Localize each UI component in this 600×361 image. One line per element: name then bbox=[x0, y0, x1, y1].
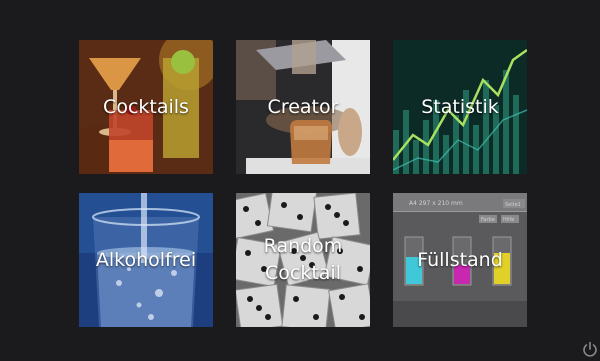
tile-label: Statistik bbox=[421, 95, 499, 118]
tile-label: Füllstand bbox=[417, 248, 503, 271]
tile-random-cocktail[interactable]: Random Cocktail bbox=[236, 193, 370, 327]
tile-cocktails[interactable]: Cocktails bbox=[79, 40, 213, 174]
tile-label: Random Cocktail bbox=[263, 235, 343, 284]
tile-creator[interactable]: Creator bbox=[236, 40, 370, 174]
tile-statistik[interactable]: Statistik bbox=[393, 40, 527, 174]
tile-alkoholfrei[interactable]: Alkoholfrei bbox=[79, 193, 213, 327]
power-button[interactable] bbox=[582, 341, 598, 357]
tile-label: Alkoholfrei bbox=[95, 248, 197, 271]
power-icon bbox=[583, 341, 597, 357]
tile-label: Cocktails bbox=[103, 95, 189, 118]
tile-fuellstand[interactable]: A4 297 x 210 mm Farbe Hilfe Seite1 Fülls… bbox=[393, 193, 527, 327]
tile-label: Creator bbox=[267, 95, 339, 118]
